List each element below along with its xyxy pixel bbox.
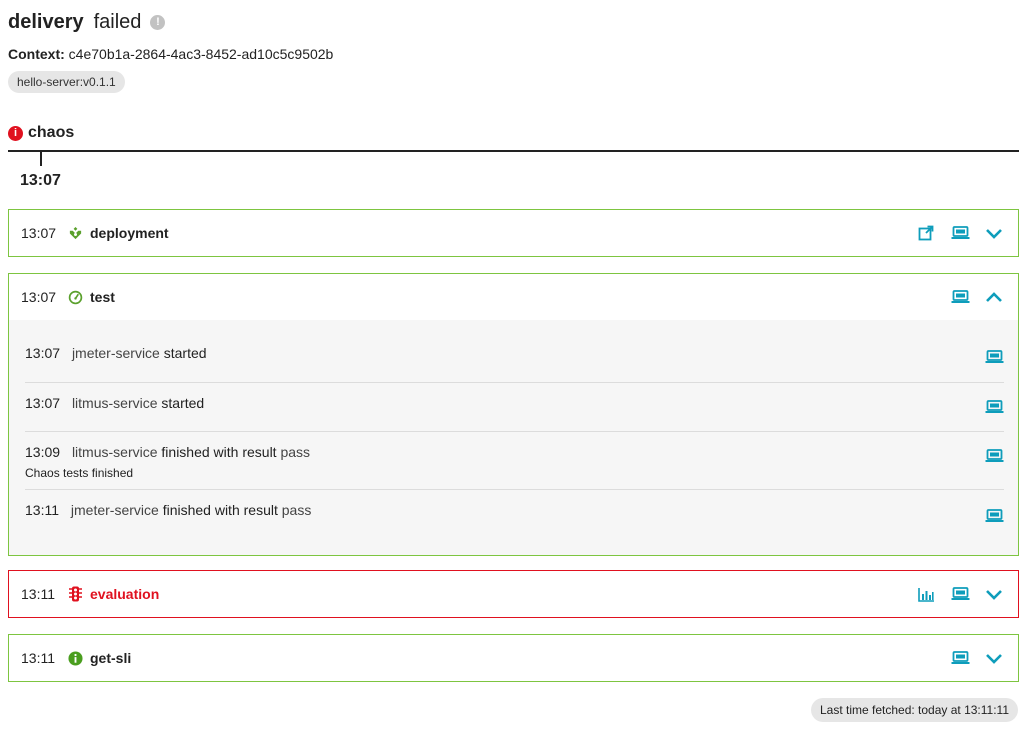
context-row: Context: c4e70b1a-2864-4ac3-8452-ad10c5c… <box>8 46 1018 62</box>
laptop-icon[interactable] <box>984 347 1004 367</box>
event-time: 13:07 <box>25 345 61 361</box>
speedometer-icon <box>67 289 83 305</box>
task-card-deployment: 13:07 deployment <box>8 209 1019 257</box>
error-info-icon: i <box>8 125 23 141</box>
event-source: litmus-service <box>71 444 158 460</box>
sequence-name: delivery <box>8 10 84 33</box>
event-source: jmeter-service <box>71 345 160 361</box>
event-text: 13:11 jmeter-service finished with resul… <box>25 502 311 518</box>
context-id: c4e70b1a-2864-4ac3-8452-ad10c5c9502b <box>68 46 334 62</box>
timeline-time: 13:07 <box>20 172 61 189</box>
card-actions <box>916 584 1004 604</box>
event-source: litmus-service <box>71 395 158 411</box>
event-source: jmeter-service <box>70 502 159 518</box>
laptop-icon[interactable] <box>950 223 970 243</box>
card-time: 13:07 <box>21 289 57 305</box>
task-card-evaluation: 13:11 evaluation <box>8 570 1019 618</box>
event-text: 13:07 litmus-service started <box>25 395 204 411</box>
status-info-icon[interactable]: ! <box>150 14 166 30</box>
event-message: finished with result <box>162 502 278 518</box>
event-list: 13:07 jmeter-service started 13:07 litmu… <box>9 320 1018 555</box>
last-fetched-badge: Last time fetched: today at 13:11:11 <box>810 698 1018 722</box>
context-label: Context: <box>8 46 65 62</box>
card-actions <box>916 223 1004 243</box>
card-time: 13:07 <box>21 225 57 241</box>
info-icon <box>67 650 83 666</box>
card-title: deployment <box>90 225 169 241</box>
chevron-down-icon[interactable] <box>984 223 1004 243</box>
card-header[interactable]: 13:11 evaluation <box>9 571 1018 617</box>
card-title: test <box>90 289 115 305</box>
laptop-icon[interactable] <box>950 584 970 604</box>
timeline-tick <box>40 152 42 166</box>
laptop-icon[interactable] <box>950 648 970 668</box>
laptop-icon[interactable] <box>984 397 1004 417</box>
laptop-icon[interactable] <box>950 287 970 307</box>
card-time: 13:11 <box>21 650 55 666</box>
event-result: pass <box>281 502 312 518</box>
header: delivery failed ! Context: c4e70b1a-2864… <box>8 8 1018 93</box>
chevron-up-icon[interactable] <box>984 287 1004 307</box>
event-time: 13:07 <box>25 395 61 411</box>
card-title: get-sli <box>90 650 132 666</box>
card-title: evaluation <box>90 586 160 602</box>
chart-icon[interactable] <box>916 584 936 604</box>
task-card-test: 13:07 test 13:07 jmeter-service started <box>8 273 1019 556</box>
card-time: 13:11 <box>21 586 55 602</box>
laptop-icon[interactable] <box>984 506 1004 526</box>
event-text: 13:07 jmeter-service started <box>25 345 207 361</box>
stage-name: chaos <box>28 124 75 141</box>
card-header[interactable]: 13:07 test <box>9 274 1018 320</box>
card-actions <box>950 648 1004 668</box>
event-result: pass <box>280 444 311 460</box>
event-item: 13:09 litmus-service finished with resul… <box>25 432 1004 490</box>
event-message: started <box>161 395 205 411</box>
event-message: started <box>163 345 207 361</box>
deploy-icon <box>67 225 83 241</box>
traffic-light-icon <box>67 586 83 602</box>
chevron-down-icon[interactable] <box>984 648 1004 668</box>
artifact-tag[interactable]: hello-server:v0.1.1 <box>8 71 125 93</box>
title-row: delivery failed ! <box>8 8 1018 36</box>
event-time: 13:11 <box>25 502 59 518</box>
card-header[interactable]: 13:07 deployment <box>9 210 1018 256</box>
event-text: 13:09 litmus-service finished with resul… <box>25 444 310 460</box>
event-subtext: Chaos tests finished <box>25 466 134 480</box>
stage-header[interactable]: i chaos <box>8 124 74 142</box>
card-actions <box>950 287 1004 307</box>
sequence-status: failed <box>93 10 142 33</box>
event-item: 13:07 litmus-service started <box>25 383 1004 432</box>
event-time: 13:09 <box>25 444 61 460</box>
chevron-down-icon[interactable] <box>984 584 1004 604</box>
event-item: 13:11 jmeter-service finished with resul… <box>25 490 1004 540</box>
laptop-icon[interactable] <box>984 446 1004 466</box>
card-header[interactable]: 13:11 get-sli <box>9 635 1018 681</box>
task-card-get-sli: 13:11 get-sli <box>8 634 1019 682</box>
event-message: finished with result <box>161 444 277 460</box>
external-link-icon[interactable] <box>916 223 936 243</box>
event-item: 13:07 jmeter-service started <box>25 320 1004 383</box>
timeline-line <box>8 150 1019 152</box>
